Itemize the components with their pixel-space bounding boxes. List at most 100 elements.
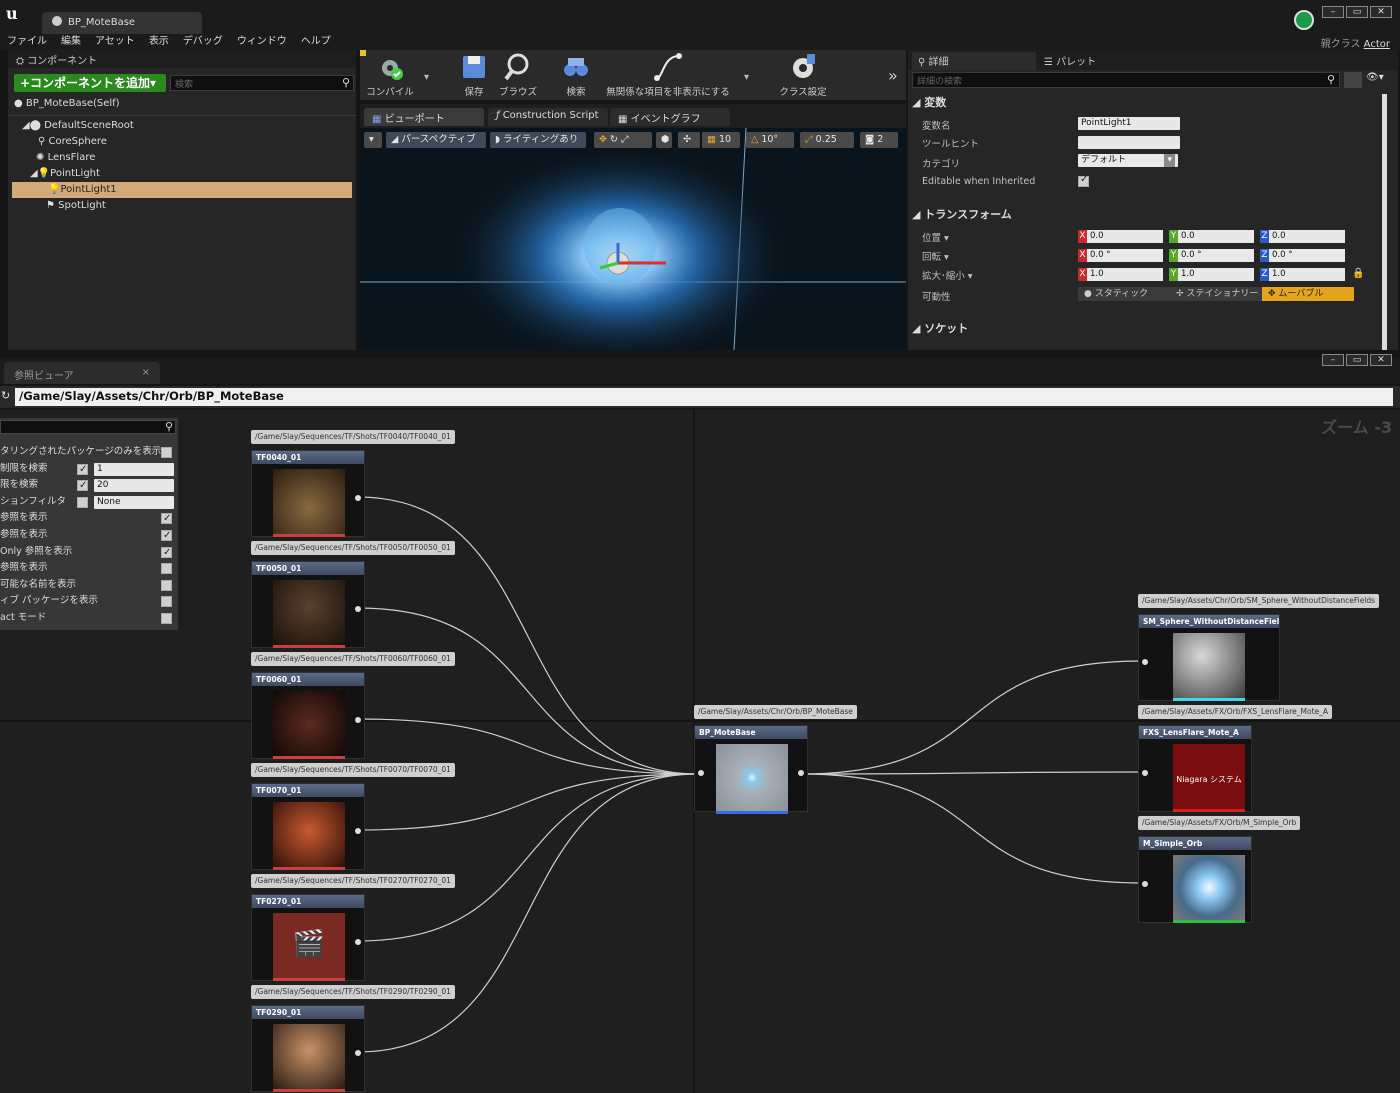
filter-checkbox[interactable] — [77, 496, 88, 508]
output-pin[interactable] — [355, 717, 361, 723]
scale-z-field[interactable]: 1.0 — [1269, 268, 1345, 281]
output-pin[interactable] — [798, 770, 804, 776]
hide-unrelated-chevron-icon[interactable]: ▾ — [744, 72, 749, 83]
maximize-button[interactable]: ▭ — [1346, 6, 1368, 18]
tab-viewport[interactable]: ▦ ビューポート — [364, 108, 484, 126]
parent-class-link[interactable]: Actor — [1364, 39, 1390, 50]
menu-file[interactable]: ファイル — [7, 34, 47, 50]
minimize-button[interactable]: – — [1322, 6, 1344, 18]
input-pin[interactable] — [1142, 659, 1148, 665]
tab-bp-motebase[interactable]: BP_MoteBase — [42, 12, 202, 34]
rotation-x-field[interactable]: 0.0 ° — [1087, 249, 1163, 262]
eye-icon[interactable]: 👁▾ — [1366, 72, 1384, 83]
close-icon[interactable]: × — [142, 367, 150, 378]
hide-unrelated-button[interactable]: 無関係な項目を非表示にする — [604, 52, 732, 98]
tooltip-field[interactable] — [1078, 136, 1180, 149]
components-tab[interactable]: ⛭ コンポーネント — [8, 50, 356, 68]
filter-checkbox[interactable] — [77, 462, 88, 478]
filter-value-field[interactable]: None — [94, 495, 174, 509]
filter-checkbox[interactable] — [161, 579, 172, 591]
source-control-icon[interactable] — [1294, 10, 1314, 30]
tab-palette[interactable]: ☰ パレット — [1038, 52, 1162, 70]
tree-item-lensflare[interactable]: ✺ LensFlare — [8, 150, 356, 166]
browse-button[interactable]: ブラウズ — [498, 52, 538, 98]
rotation-label[interactable]: 回転 ▾ — [922, 249, 949, 263]
filter-checkbox[interactable] — [161, 528, 172, 544]
asset-node[interactable]: TF0050_01 — [251, 561, 365, 648]
mobility-stationary-button[interactable]: ✢ ステイショナリー — [1170, 287, 1262, 301]
viewport[interactable]: ▾ ◢ パースペクティブ ◗ ライティングあり ✥ ↻ ⤢ ⬢ ✣ ▦ 10 △… — [360, 128, 906, 350]
viewport-options-chevron-icon[interactable]: ▾ — [364, 132, 382, 148]
rotation-snap[interactable]: △ 10° — [746, 132, 794, 148]
toolbar-overflow-icon[interactable]: » — [888, 66, 898, 85]
output-pin[interactable] — [355, 828, 361, 834]
lock-icon[interactable]: 🔒 — [1352, 268, 1364, 279]
location-x-field[interactable]: 0.0 — [1087, 230, 1163, 243]
save-button[interactable]: 保存 — [456, 52, 492, 98]
maximize-button[interactable]: ▭ — [1346, 354, 1368, 366]
filter-checkbox[interactable] — [161, 545, 172, 561]
details-search-input[interactable]: 詳細の検索 ⚲ — [912, 72, 1340, 88]
filter-checkbox[interactable] — [161, 563, 172, 575]
menu-edit[interactable]: 編集 — [61, 34, 81, 50]
filter-checkbox[interactable] — [161, 596, 172, 608]
filter-checkbox[interactable] — [161, 511, 172, 527]
compile-options-chevron-icon[interactable]: ▾ — [424, 72, 429, 83]
output-pin[interactable] — [355, 606, 361, 612]
filter-value-field[interactable]: 20 — [94, 479, 174, 493]
grid-snap[interactable]: ▦ 10 — [702, 132, 740, 148]
output-pin[interactable] — [355, 939, 361, 945]
tab-event-graph[interactable]: ▦ イベントグラフ — [610, 108, 730, 126]
location-label[interactable]: 位置 ▾ — [922, 230, 949, 244]
mobility-movable-button[interactable]: ✥ ムーバブル — [1262, 287, 1354, 301]
input-pin[interactable] — [698, 770, 704, 776]
output-pin[interactable] — [355, 495, 361, 501]
minimize-button[interactable]: – — [1322, 354, 1344, 366]
asset-node[interactable]: TF0040_01 — [251, 450, 365, 537]
input-pin[interactable] — [1142, 770, 1148, 776]
section-sockets[interactable]: ◢ ソケット — [912, 320, 968, 338]
var-name-field[interactable]: PointLight1 — [1078, 117, 1180, 130]
asset-path-field[interactable]: /Game/Slay/Assets/Chr/Orb/BP_MoteBase — [15, 388, 1393, 406]
menu-help[interactable]: ヘルプ — [301, 34, 331, 50]
tab-reference-viewer[interactable]: 参照ビューア × — [4, 362, 160, 384]
filter-search-input[interactable]: ⚲ — [0, 420, 176, 434]
asset-node[interactable]: SM_Sphere_WithoutDistanceFields — [1138, 614, 1280, 701]
output-pin[interactable] — [355, 1050, 361, 1056]
find-button[interactable]: 検索 — [556, 52, 596, 98]
asset-node[interactable]: TF0270_01 🎬 — [251, 894, 365, 981]
menu-asset[interactable]: アセット — [95, 34, 135, 50]
rotation-z-field[interactable]: 0.0 ° — [1269, 249, 1345, 262]
filter-checkbox[interactable] — [77, 478, 88, 494]
coordinate-space-icon[interactable]: ⬢ — [656, 132, 672, 148]
scale-label[interactable]: 拡大･縮小 ▾ — [922, 268, 973, 282]
asset-node[interactable]: BP_MoteBase — [694, 725, 808, 814]
scale-x-field[interactable]: 1.0 — [1087, 268, 1163, 281]
asset-node[interactable]: TF0060_01 — [251, 672, 365, 759]
compile-button[interactable]: コンパイル — [364, 52, 416, 98]
input-pin[interactable] — [1142, 881, 1148, 887]
asset-node[interactable]: M_Simple_Orb — [1138, 836, 1252, 923]
close-button[interactable]: ✕ — [1370, 354, 1392, 366]
scale-snap[interactable]: ⤢ 0.25 — [800, 132, 854, 148]
mobility-static-button[interactable]: ● スタティック — [1078, 287, 1170, 301]
menu-debug[interactable]: デバッグ — [183, 34, 223, 50]
reference-graph[interactable]: ズーム -3 ⚲ タリングされたパッケージのみを表示制限を検索 1 限を検索 20 ショ… — [0, 410, 1400, 1093]
camera-speed[interactable]: ◙ 2 — [860, 132, 898, 148]
component-search-input[interactable]: 検索 ⚲ — [170, 75, 354, 91]
scale-y-field[interactable]: 1.0 — [1178, 268, 1254, 281]
menu-window[interactable]: ウィンドウ — [237, 34, 287, 50]
tree-item-defaultsceneroot[interactable]: ◢⬤ DefaultSceneRoot — [8, 118, 356, 134]
surface-snap-icon[interactable]: ✣ — [678, 132, 700, 148]
section-variables[interactable]: ◢ 変数 — [912, 94, 946, 112]
add-component-button[interactable]: +コンポーネントを追加▾ — [14, 74, 166, 92]
refresh-icon[interactable]: ↻ — [1, 389, 10, 402]
tab-details[interactable]: ⚲ 詳細 — [912, 52, 1036, 70]
details-scrollbar[interactable] — [1382, 94, 1387, 350]
filter-checkbox[interactable] — [161, 447, 172, 458]
section-transform[interactable]: ◢ トランスフォーム — [912, 206, 1012, 224]
menu-view[interactable]: 表示 — [149, 34, 169, 50]
rotation-y-field[interactable]: 0.0 ° — [1178, 249, 1254, 262]
view-options-icon[interactable] — [1344, 72, 1362, 88]
editable-inherited-checkbox[interactable] — [1078, 174, 1089, 187]
